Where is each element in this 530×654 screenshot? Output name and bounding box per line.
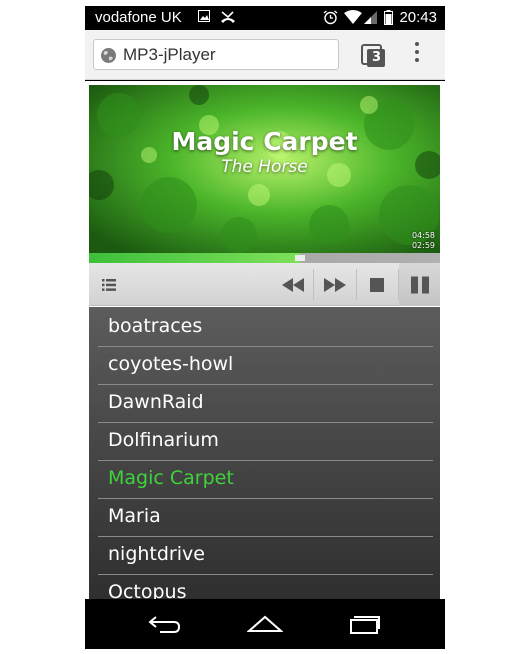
recent-apps-button[interactable] [345, 609, 385, 639]
playlist-item[interactable]: Maria [98, 499, 433, 537]
play-progress [89, 253, 300, 263]
phone-screen: vodafone UK 20:43 MP3-jPlayer 3 Magic Ca… [85, 6, 445, 649]
playlist-item[interactable]: DawnRaid [98, 385, 433, 423]
url-text: MP3-jPlayer [123, 45, 216, 64]
back-icon [148, 616, 181, 633]
wifi-icon [344, 10, 362, 28]
navigation-bar [85, 599, 445, 649]
web-page: Magic Carpet The Horse 04:58 02:59 boatr… [85, 81, 445, 604]
divider [313, 269, 314, 300]
seek-handle[interactable] [294, 255, 305, 261]
battery-icon [384, 10, 393, 29]
overflow-menu-button[interactable] [413, 42, 421, 68]
home-icon [247, 615, 283, 632]
status-bar: vodafone UK 20:43 [85, 6, 445, 30]
playlist-toggle-button[interactable] [89, 263, 129, 306]
track-artist: The Horse [221, 157, 308, 177]
playlist-item[interactable]: boatraces [98, 309, 433, 347]
playlist-icon [102, 278, 116, 291]
menu-dot [415, 58, 419, 62]
stop-button[interactable] [357, 263, 397, 306]
album-art: Magic Carpet The Horse 04:58 02:59 [89, 85, 440, 253]
clock: 20:43 [399, 9, 437, 26]
elapsed-time: 02:59 [411, 241, 435, 250]
back-button[interactable] [145, 609, 185, 639]
playlist-item[interactable]: coyotes-howl [98, 347, 433, 385]
fast-forward-button[interactable] [315, 263, 355, 306]
stop-icon [370, 277, 384, 292]
player-controls [89, 263, 440, 306]
globe-icon [100, 47, 117, 64]
alarm-icon [323, 10, 338, 29]
track-title: Magic Carpet [171, 127, 358, 156]
tab-count: 3 [372, 50, 382, 65]
rewind-button[interactable] [273, 263, 313, 306]
browser-toolbar: MP3-jPlayer 3 [85, 30, 445, 80]
menu-dot [415, 50, 419, 54]
recent-apps-icon [350, 616, 380, 634]
pause-button[interactable] [399, 263, 440, 306]
total-duration: 04:58 [411, 231, 435, 240]
rewind-icon [282, 277, 304, 292]
url-field[interactable]: MP3-jPlayer [93, 39, 339, 70]
fast-forward-icon [324, 277, 346, 292]
menu-dot [415, 42, 419, 46]
carrier-name: vodafone UK [95, 9, 182, 26]
signal-icon [364, 10, 377, 28]
seek-bar[interactable] [89, 253, 440, 263]
image-notification-icon [198, 10, 210, 26]
playlist: boatraces coyotes-howl DawnRaid Dolfinar… [89, 307, 440, 604]
home-button[interactable] [245, 609, 285, 639]
tabs-button[interactable]: 3 [361, 42, 387, 68]
playlist-item[interactable]: Dolfinarium [98, 423, 433, 461]
pause-icon [410, 276, 429, 293]
playlist-item-active[interactable]: Magic Carpet [98, 461, 433, 499]
playlist-item[interactable]: nightdrive [98, 537, 433, 575]
missed-call-icon [220, 10, 236, 28]
